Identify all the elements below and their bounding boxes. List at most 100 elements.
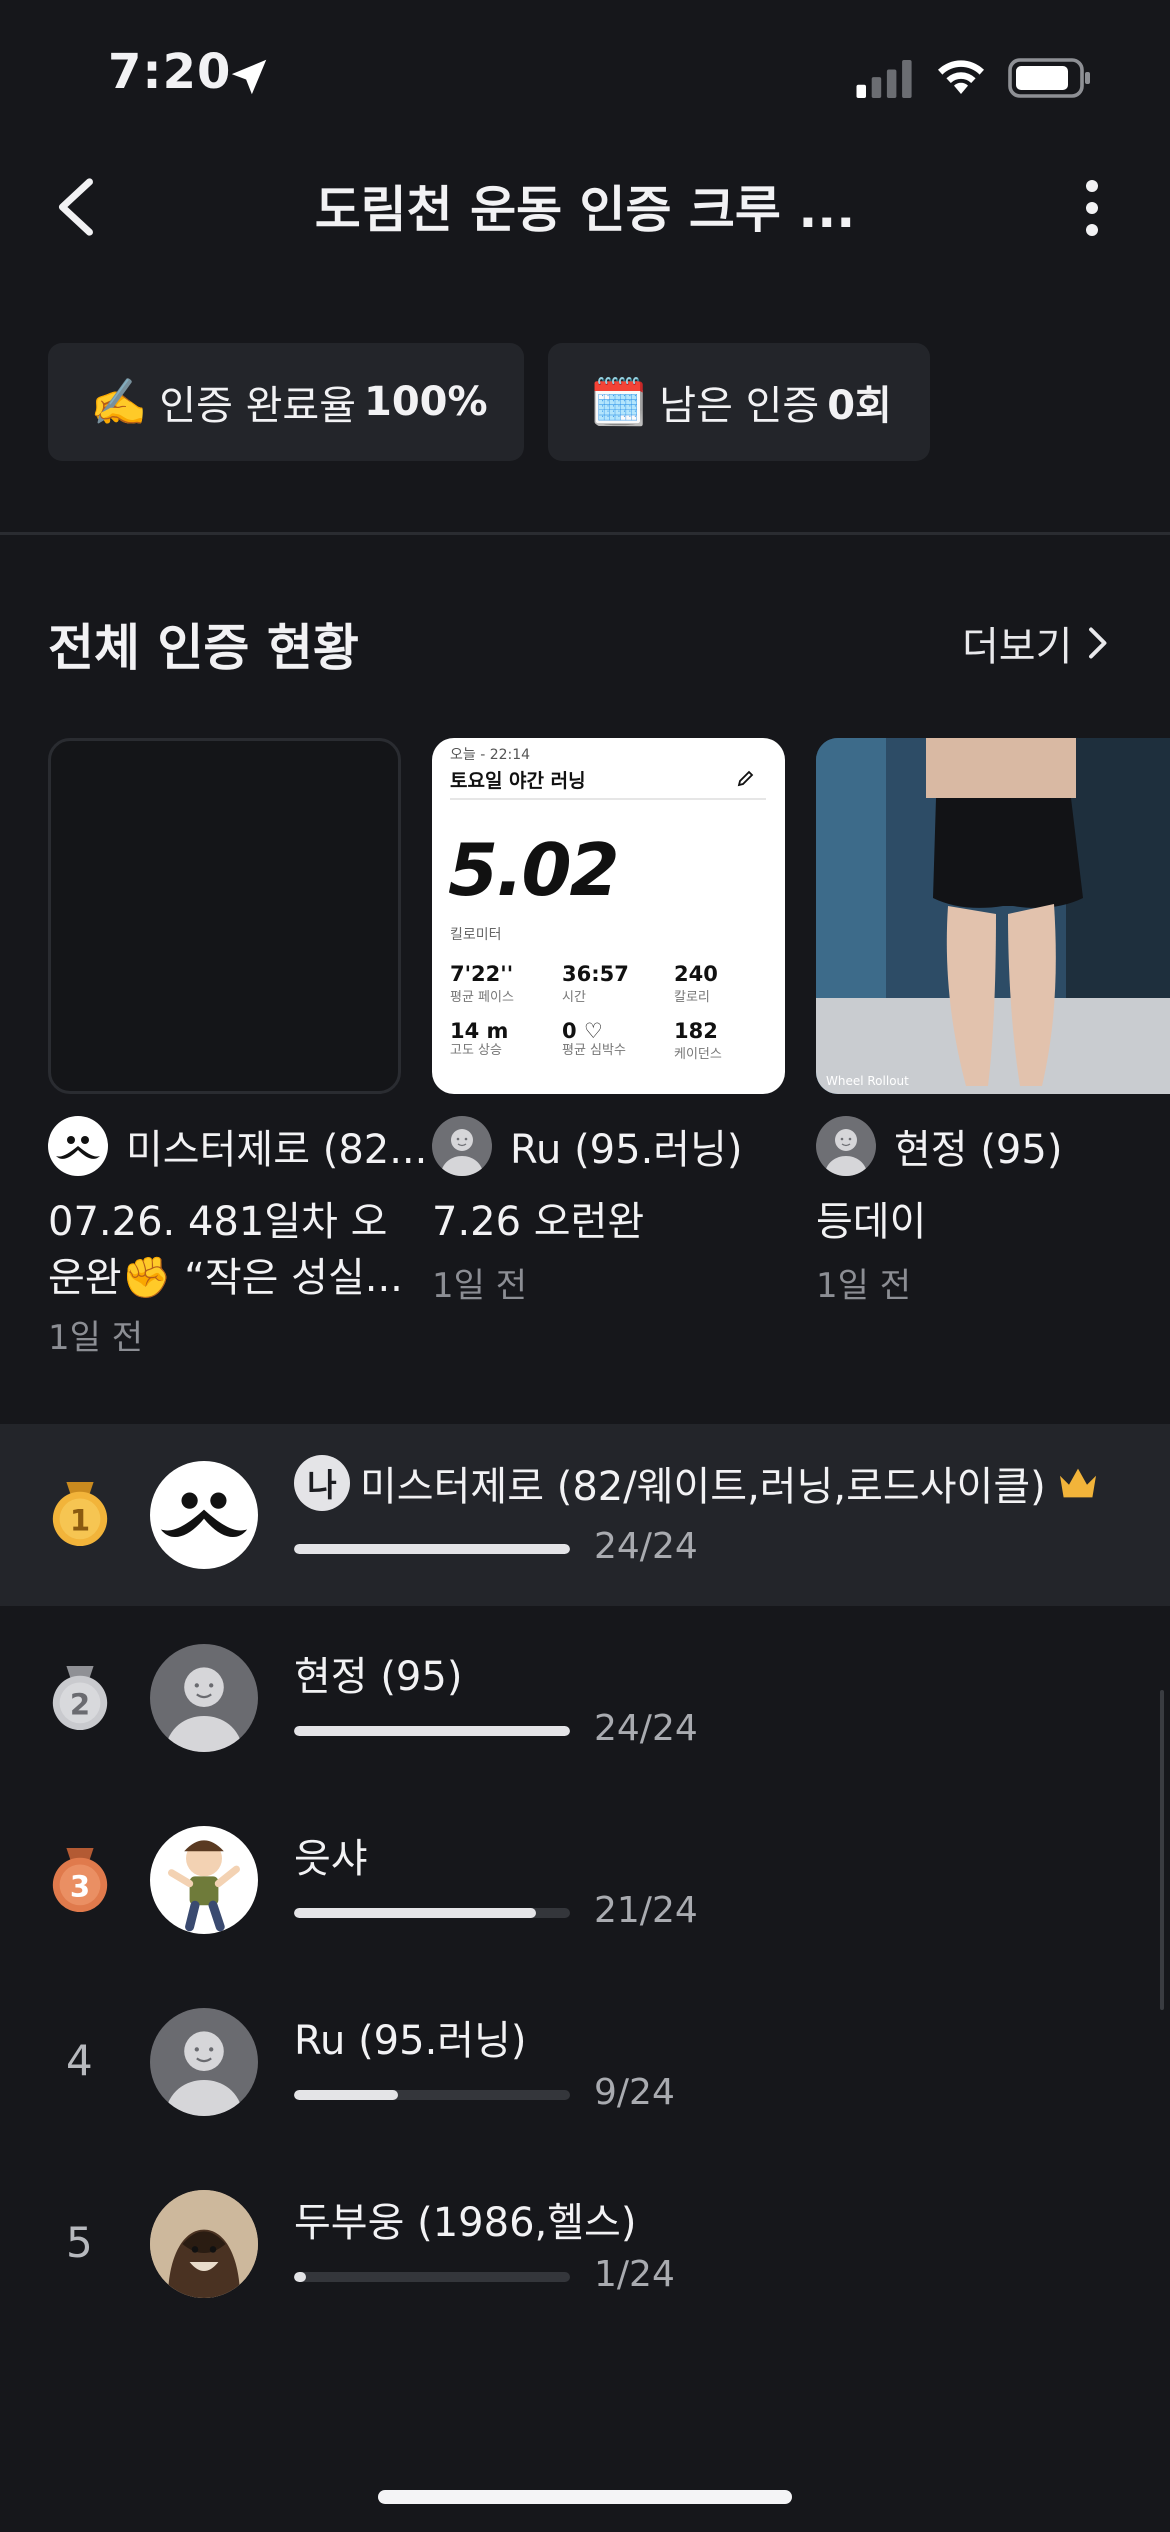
ranking-row-1[interactable]: 1 나 미스터제로 (82/웨이트,러닝,로드사이클) 24/24 xyxy=(0,1424,1170,1606)
gold-medal-icon: 1 xyxy=(52,1482,108,1547)
writing-hand-icon: ✍️ xyxy=(90,374,148,429)
edit-pencil-icon xyxy=(737,770,754,787)
ranking-name-text: 두부웅 (1986,헬스) xyxy=(294,2200,637,2246)
ranking-name: 읏샤 xyxy=(294,1826,368,1884)
workout-stat-value: 36:57 xyxy=(562,962,629,986)
progress-fill xyxy=(294,1544,570,1554)
ranking-name-text: 현정 (95) xyxy=(294,1654,463,1700)
post-caption-3[interactable]: 등데이 1일 전 xyxy=(816,1194,1156,1314)
workout-stat: 0 ♡ 평균 심박수 xyxy=(562,1019,674,1062)
progress-fill xyxy=(294,2090,398,2100)
photo-caption: Wheel Rollout xyxy=(826,1074,909,1088)
workout-stat: 182 케이던스 xyxy=(674,1019,770,1062)
post-author-3[interactable]: 현정 (95) xyxy=(816,1116,1170,1176)
workout-stat: 7'22'' 평균 페이스 xyxy=(450,962,562,1005)
mustache-face-icon xyxy=(160,1492,248,1538)
post-caption-line: 등데이 xyxy=(816,1199,927,1245)
ranking-name-text: 미스터제로 (82/웨이트,러닝,로드사이클) xyxy=(360,1464,1046,1510)
progress-bar xyxy=(294,2272,570,2282)
post-caption-2[interactable]: 7.26 오런완 1일 전 xyxy=(432,1194,792,1314)
more-options-icon[interactable] xyxy=(1072,178,1112,238)
avatar xyxy=(150,2008,258,2116)
see-more-label: 더보기 xyxy=(962,624,1073,670)
back-chevron-icon[interactable] xyxy=(50,176,98,238)
completion-rate-chip: ✍️ 인증 완료율 100% xyxy=(48,343,524,461)
workout-stat-label: 케이던스 xyxy=(674,1047,722,1062)
gold-medal-rank: 1 xyxy=(70,1504,90,1538)
default-user-icon xyxy=(440,1129,484,1176)
status-time: 7:20 xyxy=(108,44,232,100)
default-user-icon xyxy=(824,1129,868,1176)
ranking-name: Ru (95.러닝) xyxy=(294,2008,527,2066)
see-more-link[interactable]: 더보기 xyxy=(962,614,1108,672)
workout-name: 토요일 야간 러닝 xyxy=(450,770,586,792)
workout-divider xyxy=(450,798,766,800)
silver-medal-icon: 2 xyxy=(52,1666,108,1731)
post-author-1[interactable]: 미스터제로 (82... xyxy=(48,1116,427,1176)
progress-count: 21/24 xyxy=(594,1890,698,1931)
avatar xyxy=(150,1826,258,1934)
progress-count: 24/24 xyxy=(594,1708,698,1749)
progress-bar xyxy=(294,1726,570,1736)
avatar xyxy=(816,1116,876,1176)
battery-icon xyxy=(1008,58,1090,98)
ranking-row-2[interactable]: 2 현정 (95) 24/24 xyxy=(0,1606,1170,1788)
progress-fill xyxy=(294,2272,306,2282)
ranking-name: 현정 (95) xyxy=(294,1644,462,1702)
post-caption-1[interactable]: 07.26. 481일차 오 운완✊ “작은 성실... 1일 전 xyxy=(48,1194,408,1366)
location-arrow-icon xyxy=(231,59,267,95)
post-card-image-1[interactable] xyxy=(48,738,401,1094)
post-author-name: 현정 (95) xyxy=(894,1127,1063,1173)
progress-bar xyxy=(294,2090,570,2100)
scrollbar[interactable] xyxy=(1160,1690,1164,2010)
workout-stat-label: 평균 페이스 xyxy=(450,990,514,1005)
post-author-name: 미스터제로 (82... xyxy=(126,1127,428,1173)
page-title: 도림천 운동 인증 크루 ... xyxy=(314,181,856,239)
avatar xyxy=(150,1644,258,1752)
workout-date: 오늘 - 22:14 xyxy=(450,747,531,763)
ranking-row-3[interactable]: 3 읏샤 21/24 xyxy=(0,1788,1170,1970)
ranking-row-4[interactable]: 4 Ru (95.러닝) 9/24 xyxy=(0,1970,1170,2152)
home-indicator[interactable] xyxy=(378,2490,792,2504)
post-time: 1일 전 xyxy=(48,1318,143,1358)
workout-stat-value: 182 xyxy=(674,1019,718,1043)
workout-stat-label: 평균 심박수 xyxy=(562,1043,626,1058)
cellular-signal-icon xyxy=(856,60,912,98)
remaining-cert-label: 남은 인증 xyxy=(659,383,820,429)
dog-photo-icon xyxy=(150,2190,258,2298)
post-time: 1일 전 xyxy=(816,1266,911,1306)
ranking-row-5[interactable]: 5 두부웅 (1986,헬스) 1/24 xyxy=(0,2152,1170,2334)
ranking-name: 두부웅 (1986,헬스) xyxy=(294,2190,636,2248)
wifi-icon xyxy=(938,60,984,94)
remaining-cert-chip: 🗓️ 남은 인증 0회 xyxy=(548,343,930,461)
section-divider xyxy=(0,532,1170,535)
post-caption-line: 운완✊ “작은 성실... xyxy=(48,1255,403,1301)
silver-medal-rank: 2 xyxy=(70,1688,90,1722)
post-caption-line: 7.26 오런완 xyxy=(432,1199,645,1245)
workout-stat-label: 고도 상승 xyxy=(450,1043,502,1058)
remaining-cert-value: 0회 xyxy=(827,383,892,429)
cartoon-kid-icon xyxy=(168,1840,240,1932)
progress-fill xyxy=(294,1726,570,1736)
post-author-2[interactable]: Ru (95.러닝) xyxy=(432,1116,802,1176)
section-title: 전체 인증 현황 xyxy=(48,619,359,677)
workout-stat: 240 칼로리 xyxy=(674,962,770,1005)
post-card-image-2[interactable]: 오늘 - 22:14 토요일 야간 러닝 5.02 킬로미터 7'22'' 평균 … xyxy=(432,738,785,1094)
post-author-name: Ru (95.러닝) xyxy=(510,1127,743,1173)
post-card-image-3[interactable]: Wheel Rollout xyxy=(816,738,1170,1094)
workout-stat-value: 7'22'' xyxy=(450,962,514,986)
workout-stat: 36:57 시간 xyxy=(562,962,674,1005)
progress-bar xyxy=(294,1908,570,1918)
default-user-icon xyxy=(164,2031,244,2116)
ranking-name: 나 미스터제로 (82/웨이트,러닝,로드사이클) xyxy=(294,1454,1100,1512)
workout-stat-value: 14 m xyxy=(450,1019,509,1043)
me-badge: 나 xyxy=(294,1455,350,1511)
completion-rate-label: 인증 완료율 xyxy=(159,383,356,429)
avatar xyxy=(150,2190,258,2298)
default-user-icon xyxy=(164,1667,244,1752)
workout-stat-value: 240 xyxy=(674,962,718,986)
crown-icon xyxy=(1059,1468,1096,1498)
calendar-icon: 🗓️ xyxy=(590,374,648,429)
workout-stat-label: 시간 xyxy=(562,990,586,1005)
progress-bar xyxy=(294,1544,570,1554)
